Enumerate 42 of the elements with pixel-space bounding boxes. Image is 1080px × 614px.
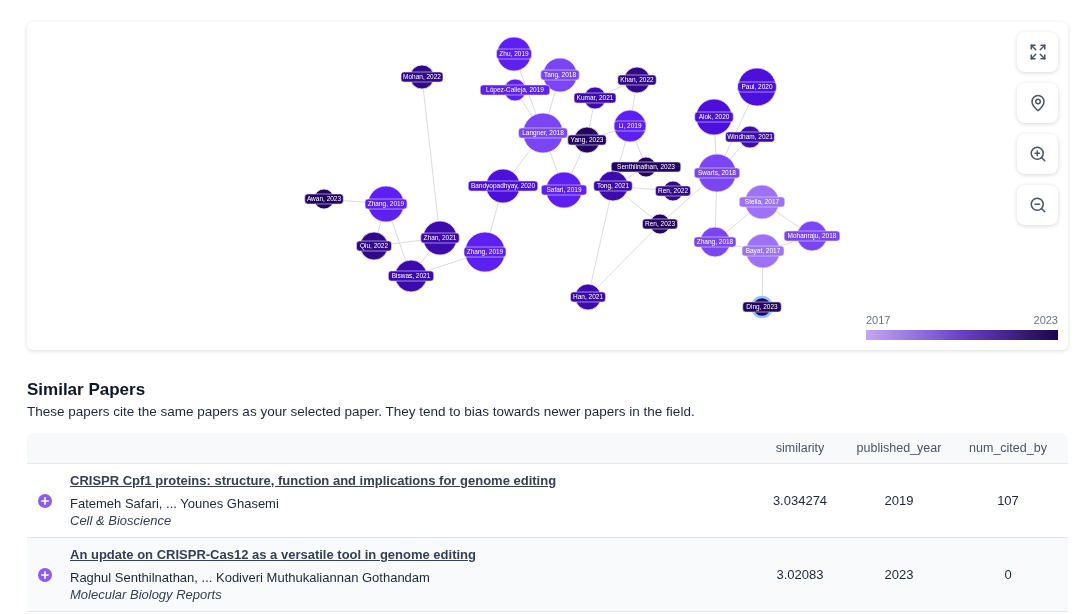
plus-circle-icon[interactable] <box>38 493 52 508</box>
expand-icon <box>1028 43 1047 61</box>
edge-line <box>377 220 382 234</box>
edge-line <box>725 212 750 233</box>
edge-line <box>775 211 801 229</box>
year-cell-text: 2023 <box>883 565 915 584</box>
edge-line <box>548 90 556 115</box>
edge-line <box>571 151 583 175</box>
plus-circle-icon[interactable] <box>38 567 52 582</box>
citations-cell-text: 107 <box>996 491 1020 510</box>
legend-min-label: 2017 <box>866 313 891 327</box>
paper-authors: Fatemeh Safari, ... Younes Ghasemi <box>70 495 280 512</box>
zoom-out-button[interactable] <box>1017 185 1058 225</box>
map-pin-icon <box>1028 94 1047 112</box>
edge-line <box>549 151 559 174</box>
paper-journal: Molecular Biology Reports <box>70 586 223 603</box>
year-cell-text: 2019 <box>883 491 915 510</box>
column-header: published_year <box>855 439 943 457</box>
edge-line <box>512 148 532 173</box>
paper-title-link[interactable]: CRISPR Cpf1 proteins: structure, function and implications for genome editing <box>70 472 557 490</box>
edge-line <box>588 108 594 128</box>
similarity-cell-text: 3.02083 <box>775 565 825 584</box>
column-header: num_cited_by <box>968 439 1048 457</box>
edge-line <box>761 267 764 298</box>
similarity-cell-text: 3.034274 <box>771 491 829 510</box>
edge-line <box>624 194 653 219</box>
zoom-in-button[interactable] <box>1017 134 1058 174</box>
column-header: similarity <box>774 439 826 457</box>
section-description: These papers cite the same papers as your selected paper. They tend to bias towards newer papers in the field. <box>27 403 696 421</box>
edge-line <box>489 201 500 234</box>
citations-cell-text: 0 <box>1003 565 1013 584</box>
zoom-in-icon <box>1028 145 1047 163</box>
fit-view-button[interactable] <box>1017 32 1058 72</box>
zoom-out-icon <box>1028 196 1047 214</box>
paper-authors: Raghul Senthilnathan, ... Kodiveri Muthukaliannan Gothandam <box>70 569 431 586</box>
paper-title-link[interactable]: An update on CRISPR-Cas12 as a versatile tool in genome editing <box>70 546 476 564</box>
paper-journal: Cell & Bioscience <box>70 512 173 529</box>
legend-max-label: 2023 <box>1033 313 1058 327</box>
locate-button[interactable] <box>1017 83 1058 123</box>
edge-line <box>635 140 643 159</box>
edge-line <box>631 92 636 111</box>
section-heading: Similar Papers <box>27 379 147 401</box>
